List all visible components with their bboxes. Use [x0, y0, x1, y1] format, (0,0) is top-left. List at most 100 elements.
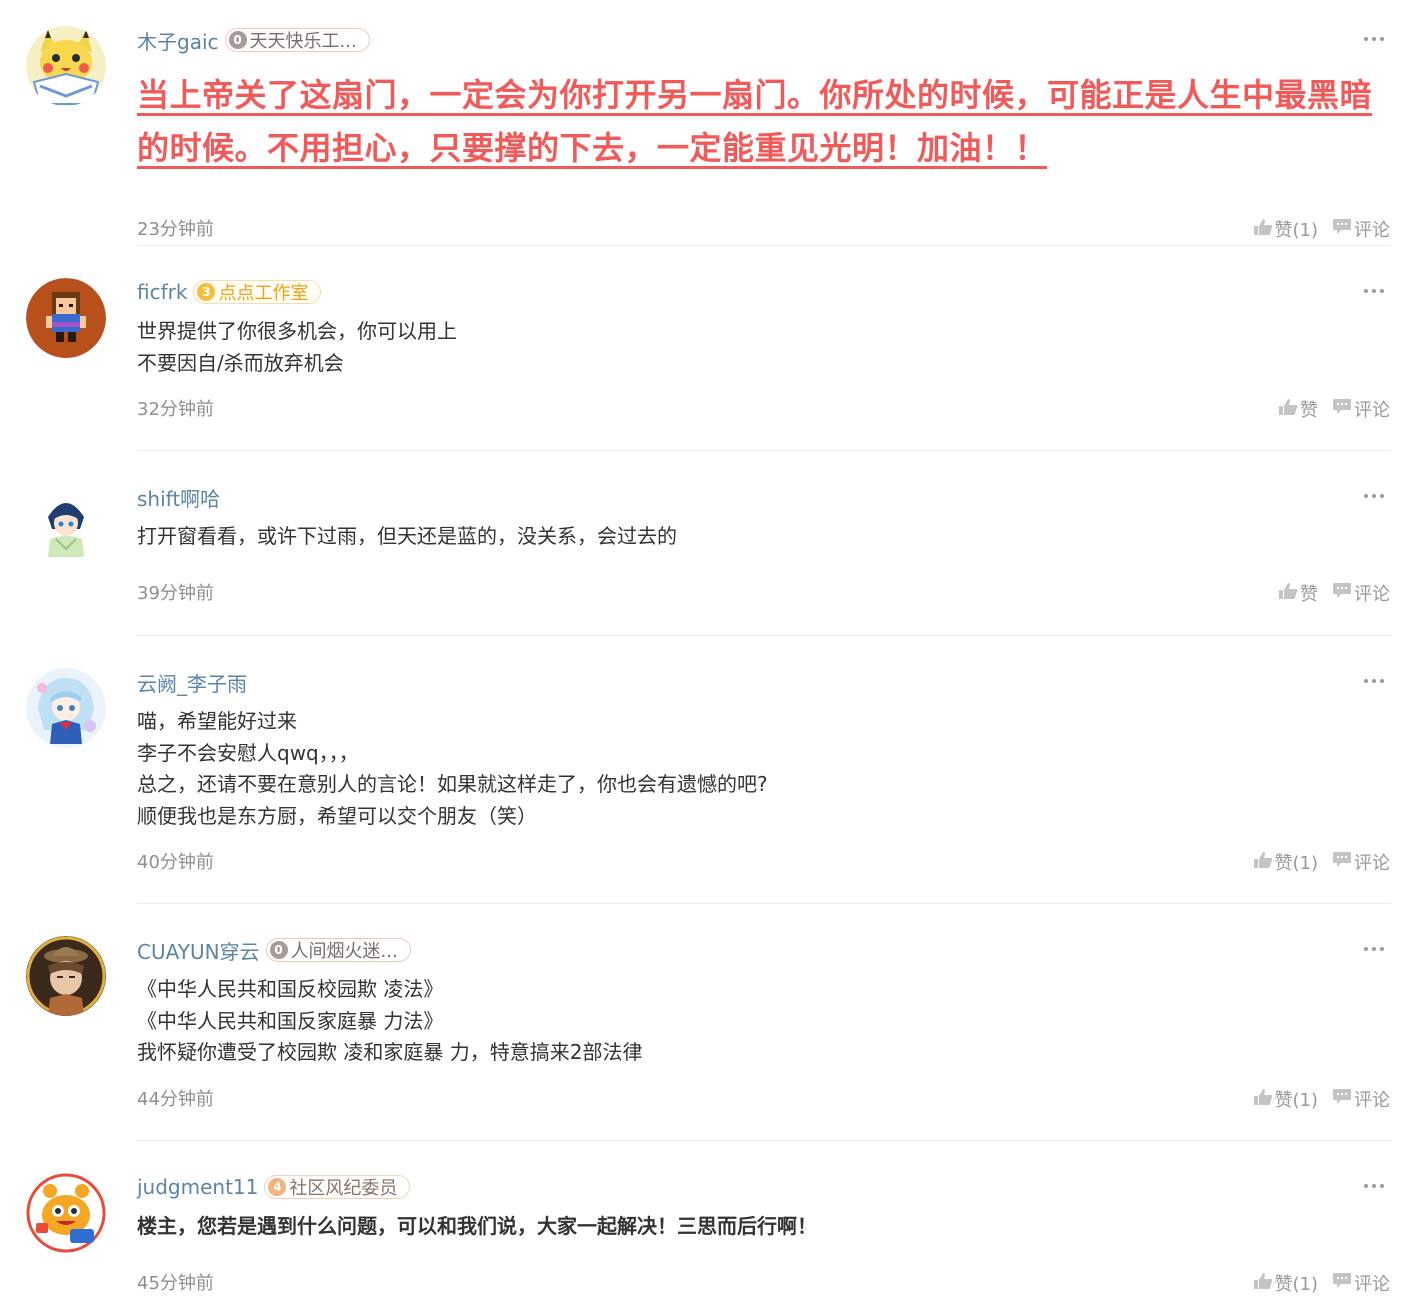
- username-link[interactable]: CUAYUN穿云: [137, 936, 260, 965]
- comment-header: 云阙_李子雨: [137, 668, 247, 696]
- thumbs-up-icon: [1278, 582, 1300, 605]
- comment-header: CUAYUN穿云 0 人间烟火迷...: [137, 936, 411, 964]
- comment-line: 喵，希望能好过来: [137, 709, 297, 733]
- comment-line: 楼主，您若是遇到什么问题，可以和我们说，大家一起解决！三思而后行啊！: [137, 1214, 817, 1238]
- badge-label: 人间烟火迷...: [290, 941, 398, 962]
- comment-timestamp: 39分钟前: [137, 583, 214, 604]
- comment-timestamp: 23分钟前: [137, 219, 214, 240]
- comment-divider: [137, 903, 1391, 904]
- comment-bubble-icon: [1332, 398, 1354, 421]
- comment-actions: 赞 评论: [1278, 396, 1390, 422]
- reply-button[interactable]: 评论: [1332, 1270, 1390, 1296]
- reply-button[interactable]: 评论: [1332, 396, 1390, 422]
- like-button[interactable]: 赞(1): [1253, 1086, 1319, 1112]
- comment-header: ficfrk 3 点点工作室: [137, 278, 322, 306]
- badge-level: 0: [228, 31, 247, 49]
- more-options-icon[interactable]: [1364, 1184, 1384, 1188]
- pikachu-avatar-icon[interactable]: [26, 26, 106, 106]
- badge-level: 0: [269, 941, 288, 959]
- comment-actions: 赞(1) 评论: [1253, 1086, 1390, 1112]
- badge-label: 社区风纪委员: [289, 1178, 398, 1199]
- reply-label: 评论: [1354, 1274, 1390, 1295]
- thumbs-up-icon: [1278, 398, 1300, 421]
- like-button[interactable]: 赞: [1278, 396, 1318, 422]
- comment-header: judgment11 4 社区风纪委员: [137, 1173, 411, 1201]
- comment-line: 当上帝关了这扇门，一定会为你打开另一扇门。你所处的时候，可能正是人生中最黑暗的时…: [137, 76, 1373, 167]
- badge-label: 天天快乐工...: [249, 31, 357, 52]
- reply-button[interactable]: 评论: [1332, 1086, 1390, 1112]
- comment-header: 木子gaic 0 天天快乐工...: [137, 26, 370, 54]
- comment-divider: [137, 245, 1391, 246]
- reply-label: 评论: [1354, 853, 1390, 874]
- more-options-icon[interactable]: [1364, 947, 1384, 951]
- comment-bubble-icon: [1332, 582, 1354, 605]
- pixel-character-avatar-icon[interactable]: [26, 278, 106, 358]
- reply-label: 评论: [1354, 400, 1390, 421]
- like-button[interactable]: 赞(1): [1253, 1270, 1319, 1296]
- username-link[interactable]: judgment11: [137, 1175, 258, 1199]
- more-options-icon[interactable]: [1364, 494, 1384, 498]
- comment-timestamp: 44分钟前: [137, 1089, 214, 1110]
- username-link[interactable]: 木子gaic: [137, 26, 219, 55]
- username-link[interactable]: ficfrk: [137, 280, 187, 304]
- like-button[interactable]: 赞(1): [1253, 216, 1319, 242]
- username-link[interactable]: 云阙_李子雨: [137, 668, 247, 697]
- comment-text: 打开窗看看，或许下过雨，但天还是蓝的，没关系，会过去的: [137, 521, 1387, 553]
- badge-level: 4: [268, 1178, 287, 1196]
- comment-line: 不要因自/杀而放弃机会: [137, 350, 344, 375]
- like-button[interactable]: 赞: [1278, 580, 1318, 606]
- comment-bubble-icon: [1332, 1088, 1354, 1111]
- more-options-icon[interactable]: [1364, 37, 1384, 41]
- thumbs-up-icon: [1253, 851, 1275, 874]
- comment-line: 世界提供了你很多机会，你可以用上: [137, 319, 457, 343]
- comment-divider: [137, 635, 1391, 636]
- user-badge[interactable]: 0 天天快乐工...: [224, 28, 370, 52]
- comment-divider: [137, 1140, 1391, 1141]
- comment-timestamp: 40分钟前: [137, 852, 214, 873]
- comment-actions: 赞(1) 评论: [1253, 849, 1390, 875]
- like-label: 赞: [1300, 584, 1318, 605]
- like-button[interactable]: 赞(1): [1253, 849, 1319, 875]
- comment-line: 李子不会安慰人qwq，，，: [137, 740, 359, 765]
- reply-button[interactable]: 评论: [1332, 849, 1390, 875]
- comment-actions: 赞(1) 评论: [1253, 216, 1390, 242]
- more-options-icon[interactable]: [1364, 679, 1384, 683]
- reply-label: 评论: [1354, 220, 1390, 241]
- comment-timestamp: 32分钟前: [137, 399, 214, 420]
- reply-button[interactable]: 评论: [1332, 216, 1390, 242]
- more-options-icon[interactable]: [1364, 289, 1384, 293]
- comment-bubble-icon: [1332, 1272, 1354, 1295]
- user-badge[interactable]: 3 点点工作室: [193, 280, 322, 304]
- comment-divider: [137, 450, 1391, 451]
- like-label: 赞(1): [1274, 1274, 1319, 1295]
- thumbs-up-icon: [1253, 1272, 1275, 1295]
- comment-text: 《中华人民共和国反校园欺 凌法》 《中华人民共和国反家庭暴 力法》 我怀疑你遭受了校…: [137, 974, 1387, 1069]
- anime-boy-avatar-icon[interactable]: [26, 483, 106, 563]
- reply-label: 评论: [1354, 1090, 1390, 1111]
- comment-timestamp: 45分钟前: [137, 1273, 214, 1294]
- comment-line: 我怀疑你遭受了校园欺 凌和家庭暴 力，特意搞来2部法律: [137, 1040, 643, 1064]
- comment-text: 喵，希望能好过来 李子不会安慰人qwq，，， 总之，还请不要在意别人的言论！如果就这…: [137, 706, 1387, 832]
- like-label: 赞(1): [1274, 853, 1319, 874]
- comment-line: 《中华人民共和国反校园欺 凌法》: [137, 977, 444, 1001]
- reply-label: 评论: [1354, 584, 1390, 605]
- comment-text: 世界提供了你很多机会，你可以用上 不要因自/杀而放弃机会: [137, 316, 1387, 379]
- mascot-avatar-icon[interactable]: [26, 1173, 106, 1253]
- comment-text: 当上帝关了这扇门，一定会为你打开另一扇门。你所处的时候，可能正是人生中最黑暗的时…: [137, 69, 1387, 175]
- comment-actions: 赞 评论: [1278, 580, 1390, 606]
- user-badge[interactable]: 4 社区风纪委员: [264, 1175, 411, 1199]
- reply-button[interactable]: 评论: [1332, 580, 1390, 606]
- thumbs-up-icon: [1253, 218, 1275, 241]
- anime-girl-avatar-icon[interactable]: [26, 668, 106, 748]
- comment-line: 顺便我也是东方厨，希望可以交个朋友（笑）: [137, 803, 537, 828]
- user-badge[interactable]: 0 人间烟火迷...: [265, 938, 411, 962]
- badge-level: 3: [197, 283, 216, 301]
- comment-header: shift啊哈: [137, 483, 220, 511]
- username-link[interactable]: shift啊哈: [137, 483, 220, 512]
- like-label: 赞(1): [1274, 220, 1319, 241]
- comment-line: 打开窗看看，或许下过雨，但天还是蓝的，没关系，会过去的: [137, 524, 677, 548]
- badge-label: 点点工作室: [218, 283, 309, 304]
- cowboy-avatar-icon[interactable]: [26, 936, 106, 1016]
- comment-text: 楼主，您若是遇到什么问题，可以和我们说，大家一起解决！三思而后行啊！: [137, 1211, 1387, 1243]
- like-label: 赞(1): [1274, 1090, 1319, 1111]
